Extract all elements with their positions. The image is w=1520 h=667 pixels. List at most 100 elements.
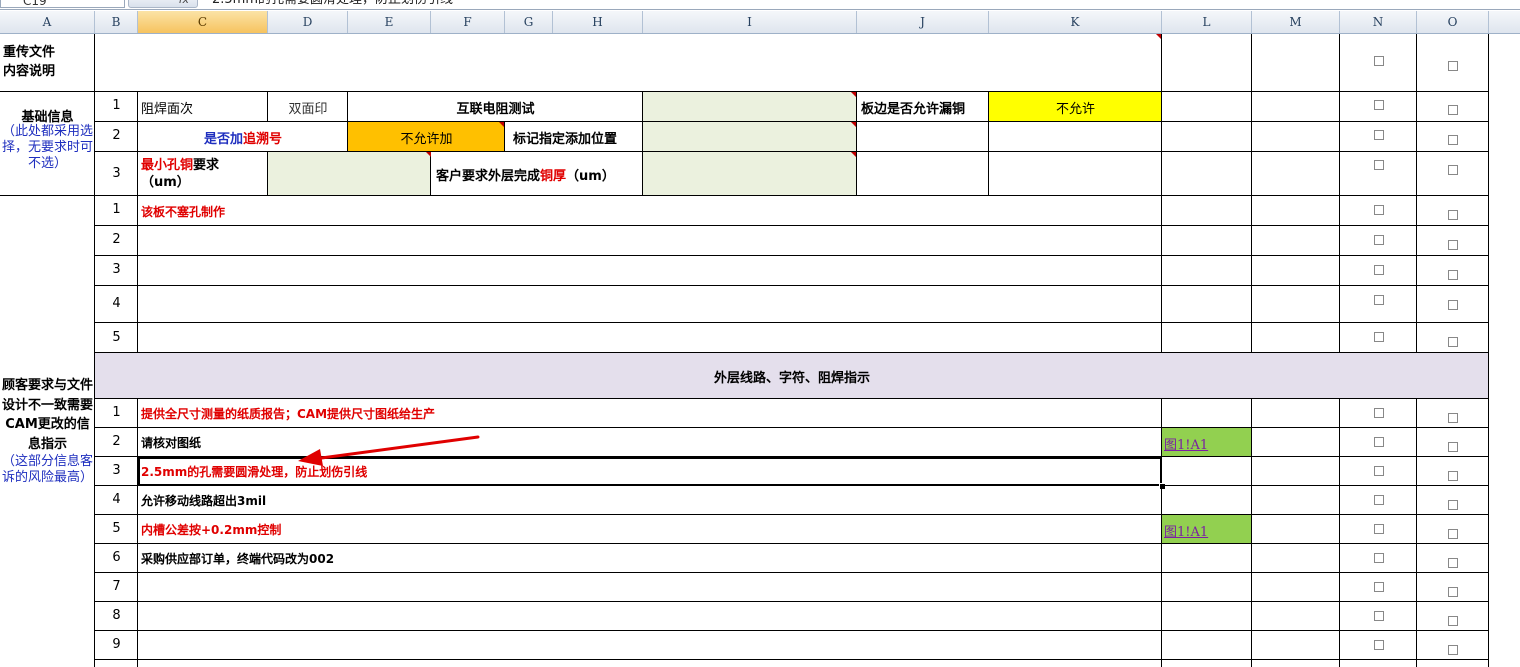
- column-header-c[interactable]: C: [138, 11, 268, 33]
- blank-row-5-text-cell[interactable]: [138, 323, 1162, 353]
- basic-info-title-cell[interactable]: 基础信息 （此处都采用选择，无要求时可不选）: [0, 92, 95, 196]
- mark-position-label-cell[interactable]: 标记指定添加位置: [505, 122, 643, 152]
- mask-side-value-cell[interactable]: 双面印: [268, 92, 348, 122]
- checkbox[interactable]: [1374, 524, 1384, 534]
- empty-grid-area[interactable]: [1489, 34, 1520, 667]
- checkbox[interactable]: [1448, 165, 1458, 175]
- cell-j-row2[interactable]: [857, 122, 989, 152]
- blank-row-3-text-cell[interactable]: [138, 256, 1162, 286]
- outer-row-1-link-cell[interactable]: [1162, 399, 1252, 428]
- cell-o[interactable]: [1417, 660, 1489, 667]
- outer-row-4-link-cell[interactable]: [1162, 486, 1252, 515]
- outer-row-3-num[interactable]: 3: [95, 457, 138, 486]
- outer-copper-label-cell[interactable]: 客户要求外层完成铜厚（um）: [431, 152, 643, 196]
- sheet-link[interactable]: 图1!A1: [1164, 434, 1208, 453]
- column-header-g[interactable]: G: [505, 11, 553, 33]
- cell-m[interactable]: [1252, 286, 1340, 323]
- outer-copper-value-cell[interactable]: [643, 152, 857, 196]
- cell-n[interactable]: [1340, 660, 1417, 667]
- cell-m[interactable]: [1252, 660, 1340, 667]
- column-header-n[interactable]: N: [1340, 11, 1417, 33]
- outer-row-10-text-cell[interactable]: [138, 660, 1162, 667]
- cell-m[interactable]: [1252, 544, 1340, 573]
- column-header-m[interactable]: M: [1252, 11, 1340, 33]
- cell-l[interactable]: [1162, 152, 1252, 196]
- checkbox[interactable]: [1448, 337, 1458, 347]
- cell-m-reupload[interactable]: [1252, 34, 1340, 92]
- cell-l[interactable]: [1162, 323, 1252, 353]
- outer-row-9-text-cell[interactable]: [138, 631, 1162, 660]
- trace-label-cell[interactable]: 是否加追溯号: [138, 122, 348, 152]
- cell-m[interactable]: [1252, 602, 1340, 631]
- column-header-i[interactable]: I: [643, 11, 857, 33]
- column-header-l[interactable]: L: [1162, 11, 1252, 33]
- checkbox[interactable]: [1448, 471, 1458, 481]
- cell-m[interactable]: [1252, 573, 1340, 602]
- column-header-h[interactable]: H: [553, 11, 643, 33]
- edge-copper-value-cell[interactable]: 不允许: [989, 92, 1162, 122]
- column-header-a[interactable]: A: [0, 11, 95, 33]
- cell-k-row3[interactable]: [989, 152, 1162, 196]
- checkbox[interactable]: [1448, 300, 1458, 310]
- checkbox[interactable]: [1448, 240, 1458, 250]
- cell-m[interactable]: [1252, 631, 1340, 660]
- outer-row-9-link-cell[interactable]: [1162, 631, 1252, 660]
- blank-row-1-text-cell[interactable]: 该板不塞孔制作: [138, 196, 1162, 226]
- cell-l[interactable]: [1162, 196, 1252, 226]
- outer-row-5-link-cell[interactable]: 图1!A1: [1162, 515, 1252, 544]
- min-hole-value-cell[interactable]: [268, 152, 431, 196]
- mask-side-label-cell[interactable]: 阻焊面次: [138, 92, 268, 122]
- checkbox[interactable]: [1448, 442, 1458, 452]
- cell-m[interactable]: [1252, 92, 1340, 122]
- outer-row-6-text-cell[interactable]: 采购供应部订单，终端代码改为002: [138, 544, 1162, 573]
- formula-input[interactable]: 2.5mm的孔需要圆滑处理，防止划伤引线: [212, 0, 453, 8]
- outer-row-10-num[interactable]: [95, 660, 138, 667]
- outer-row-5-num[interactable]: 5: [95, 515, 138, 544]
- outer-row-5-text-cell[interactable]: 内槽公差按+0.2mm控制: [138, 515, 1162, 544]
- sheet-link[interactable]: 图1!A1: [1164, 521, 1208, 540]
- outer-row-1-text-cell[interactable]: 提供全尺寸测量的纸质报告；CAM提供尺寸图纸给生产: [138, 399, 1162, 428]
- basic-row-1-num[interactable]: 1: [95, 92, 138, 122]
- interconnect-value-cell[interactable]: [643, 92, 857, 122]
- checkbox[interactable]: [1374, 582, 1384, 592]
- checkbox[interactable]: [1374, 100, 1384, 110]
- cell-l-reupload[interactable]: [1162, 34, 1252, 92]
- checkbox[interactable]: [1448, 500, 1458, 510]
- cell-l[interactable]: [1162, 256, 1252, 286]
- insert-function-button[interactable]: fx: [128, 0, 198, 8]
- basic-row-3-num[interactable]: 3: [95, 152, 138, 196]
- cell-m[interactable]: [1252, 122, 1340, 152]
- checkbox[interactable]: [1374, 408, 1384, 418]
- cell-m[interactable]: [1252, 399, 1340, 428]
- reupload-content-cell[interactable]: [95, 34, 1162, 92]
- outer-row-8-text-cell[interactable]: [138, 602, 1162, 631]
- checkbox[interactable]: [1448, 616, 1458, 626]
- outer-row-6-num[interactable]: 6: [95, 544, 138, 573]
- checkbox[interactable]: [1448, 61, 1458, 71]
- blank-row-1-num[interactable]: 1: [95, 196, 138, 226]
- reupload-title-cell[interactable]: 重传文件 内容说明: [0, 34, 95, 92]
- column-header-j[interactable]: J: [857, 11, 989, 33]
- outer-row-2-num[interactable]: 2: [95, 428, 138, 457]
- column-header-k[interactable]: K: [989, 11, 1162, 33]
- checkbox[interactable]: [1374, 611, 1384, 621]
- cell-m[interactable]: [1252, 152, 1340, 196]
- column-header-b[interactable]: B: [95, 11, 138, 33]
- cell-j-row3[interactable]: [857, 152, 989, 196]
- column-header-e[interactable]: E: [348, 11, 431, 33]
- checkbox[interactable]: [1374, 205, 1384, 215]
- outer-row-7-link-cell[interactable]: [1162, 573, 1252, 602]
- checkbox[interactable]: [1374, 265, 1384, 275]
- checkbox[interactable]: [1448, 105, 1458, 115]
- outer-row-1-num[interactable]: 1: [95, 399, 138, 428]
- checkbox[interactable]: [1448, 210, 1458, 220]
- blank-row-2-num[interactable]: 2: [95, 226, 138, 256]
- checkbox[interactable]: [1374, 130, 1384, 140]
- blank-row-2-text-cell[interactable]: [138, 226, 1162, 256]
- blank-row-4-text-cell[interactable]: [138, 286, 1162, 323]
- column-header-o[interactable]: O: [1417, 11, 1489, 33]
- outer-row-4-text-cell[interactable]: 允许移动线路超出3mil: [138, 486, 1162, 515]
- checkbox[interactable]: [1374, 495, 1384, 505]
- checkbox[interactable]: [1448, 558, 1458, 568]
- outer-row-8-num[interactable]: 8: [95, 602, 138, 631]
